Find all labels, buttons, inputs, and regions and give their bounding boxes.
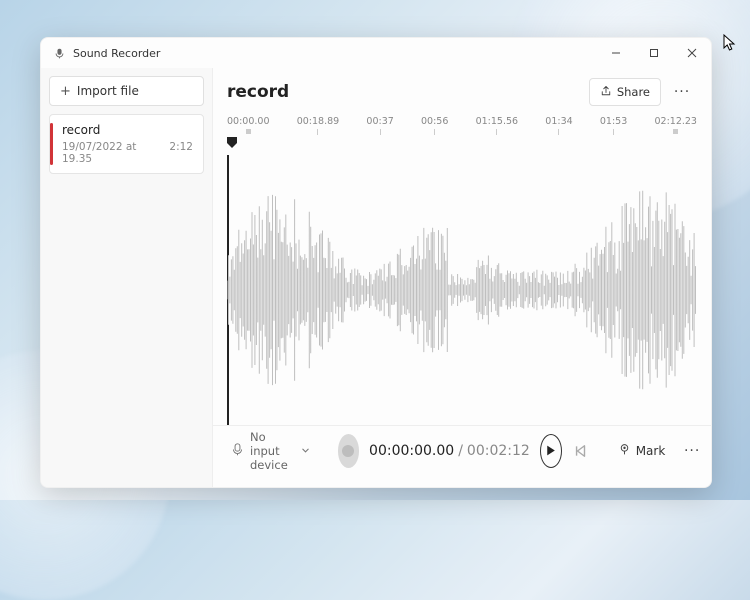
share-icon bbox=[600, 85, 612, 100]
minimize-button[interactable] bbox=[597, 38, 635, 68]
waveform bbox=[227, 155, 697, 425]
titlebar: Sound Recorder bbox=[41, 38, 711, 68]
recording-duration: 2:12 bbox=[169, 141, 193, 165]
sidebar: + Import file record 19/07/2022 at 19.35… bbox=[41, 68, 213, 487]
waveform-area[interactable] bbox=[227, 155, 697, 425]
share-button[interactable]: Share bbox=[589, 78, 661, 106]
app-window: Sound Recorder + Import file record 19/0… bbox=[40, 37, 712, 488]
plus-icon: + bbox=[60, 84, 71, 99]
mark-button[interactable]: Mark bbox=[610, 437, 674, 465]
timeline-tick: 01:34 bbox=[545, 116, 572, 135]
timeline-tick: 00:37 bbox=[366, 116, 393, 135]
timecode: 00:00:00.00 / 00:02:12 bbox=[369, 443, 530, 459]
timeline-tick: 00:00.00 bbox=[227, 116, 270, 135]
record-button[interactable] bbox=[338, 434, 359, 468]
footer: No input device 00:00:00.00 / 00:02:12 bbox=[213, 425, 711, 475]
recording-date: 19/07/2022 at 19.35 bbox=[62, 141, 169, 165]
timeline-tick: 02:12.23 bbox=[654, 116, 697, 135]
app-title: Sound Recorder bbox=[73, 47, 597, 60]
window-controls bbox=[597, 38, 711, 68]
maximize-button[interactable] bbox=[635, 38, 673, 68]
share-label: Share bbox=[617, 85, 650, 99]
recording-item[interactable]: record 19/07/2022 at 19.35 2:12 bbox=[49, 114, 204, 174]
timeline-tick: 00:18.89 bbox=[297, 116, 340, 135]
skip-back-button[interactable] bbox=[572, 437, 590, 465]
app-icon bbox=[53, 47, 65, 59]
page-title: record bbox=[227, 82, 589, 102]
mic-icon bbox=[231, 443, 244, 459]
input-device-selector[interactable]: No input device bbox=[223, 424, 318, 478]
total-time: 00:02:12 bbox=[467, 443, 530, 459]
import-file-button[interactable]: + Import file bbox=[49, 76, 204, 106]
more-button[interactable]: ··· bbox=[667, 78, 697, 106]
recording-name: record bbox=[62, 123, 193, 137]
import-label: Import file bbox=[77, 84, 139, 98]
main-panel: record Share ··· 00:00.0000:18.8900:3700… bbox=[213, 68, 711, 487]
current-time: 00:00:00.00 bbox=[369, 443, 454, 459]
timeline-tick: 01:15.56 bbox=[476, 116, 519, 135]
timeline-tick: 00:56 bbox=[421, 116, 448, 135]
play-icon bbox=[544, 444, 557, 457]
play-button[interactable] bbox=[540, 434, 562, 468]
footer-more-button[interactable]: ··· bbox=[683, 437, 701, 465]
record-dot-icon bbox=[342, 445, 354, 457]
close-button[interactable] bbox=[673, 38, 711, 68]
mark-label: Mark bbox=[636, 444, 666, 458]
mark-icon bbox=[618, 443, 631, 459]
timeline-tick: 01:53 bbox=[600, 116, 627, 135]
chevron-down-icon bbox=[301, 444, 310, 458]
playhead-marker[interactable] bbox=[227, 137, 237, 149]
device-label: No input device bbox=[250, 430, 295, 472]
skip-back-icon bbox=[574, 444, 588, 458]
timeline[interactable]: 00:00.00 00:18.89 00:37 00:56 01:15.56 01:34 0… bbox=[213, 116, 711, 149]
